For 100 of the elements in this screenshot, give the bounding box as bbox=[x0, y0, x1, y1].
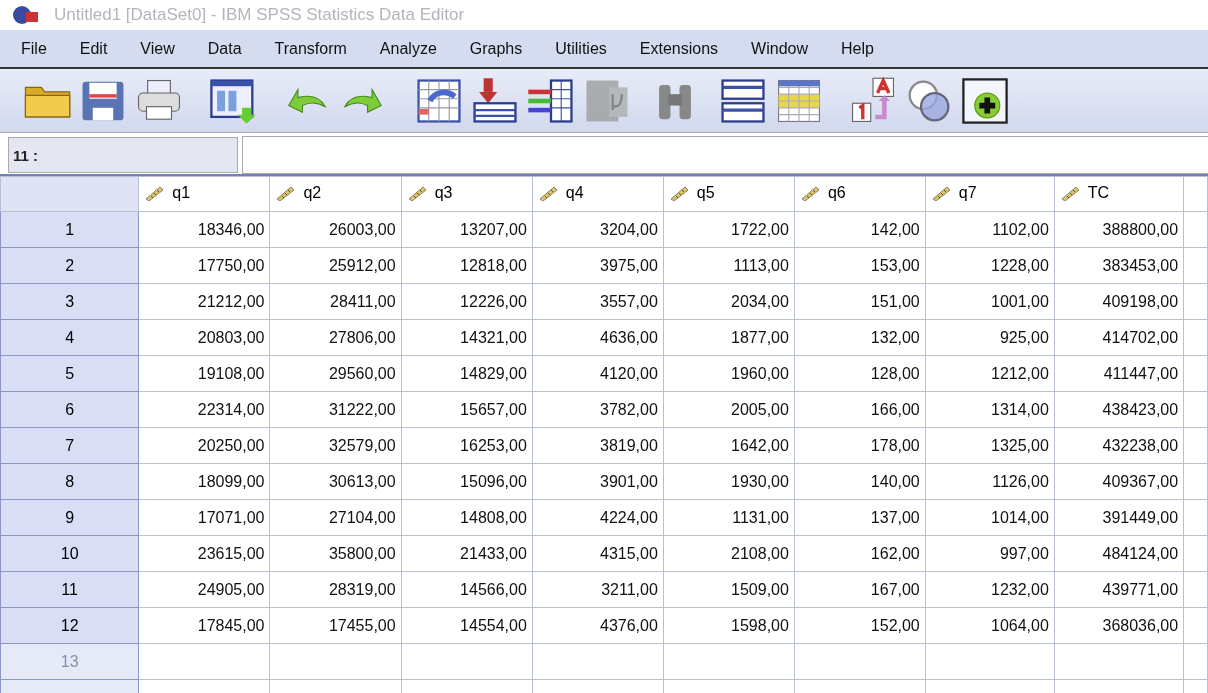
menu-item[interactable]: Utilities bbox=[542, 39, 620, 58]
table-cell: 1325,00 bbox=[925, 427, 1055, 464]
row-number[interactable]: 11 bbox=[0, 571, 139, 608]
column-name: q6 bbox=[827, 183, 846, 202]
menu-item[interactable]: Help bbox=[828, 39, 887, 58]
table-cell: 30613,00 bbox=[269, 463, 402, 500]
menu-item[interactable]: File bbox=[8, 39, 60, 58]
table-cell: 20803,00 bbox=[138, 319, 270, 356]
table-cell: 439771,00 bbox=[1054, 571, 1184, 608]
ruler-icon bbox=[799, 184, 820, 201]
table-cell: 166,00 bbox=[794, 391, 926, 428]
column-name: q2 bbox=[303, 183, 322, 202]
table-cell: 1001,00 bbox=[925, 283, 1055, 320]
row-number[interactable]: 1 bbox=[0, 211, 139, 248]
row-number[interactable]: 10 bbox=[0, 535, 139, 572]
table-cell: 178,00 bbox=[794, 427, 926, 464]
menu-item[interactable]: Extensions bbox=[626, 39, 732, 58]
table-cell: 3901,00 bbox=[532, 463, 664, 500]
table-cell: 14321,00 bbox=[401, 319, 533, 356]
table-cell: 1930,00 bbox=[663, 463, 795, 500]
table-cell: 19108,00 bbox=[138, 355, 270, 392]
table-cell: 484124,00 bbox=[1054, 535, 1184, 572]
column-header[interactable]: q7 bbox=[925, 176, 1055, 212]
table-cell: 2034,00 bbox=[663, 283, 795, 320]
table-cell: 25912,00 bbox=[269, 247, 402, 284]
table-cell: 17750,00 bbox=[138, 247, 270, 284]
down-arrow-grid-icon[interactable] bbox=[470, 75, 520, 126]
plus-icon[interactable] bbox=[960, 75, 1010, 126]
table-cell: 12226,00 bbox=[401, 283, 533, 320]
column-name: TC bbox=[1087, 183, 1110, 202]
table-cell: 28319,00 bbox=[269, 571, 402, 608]
row-number[interactable]: 12 bbox=[0, 607, 139, 644]
cell-value-field[interactable] bbox=[242, 136, 1208, 174]
cell-reference: 11 : bbox=[8, 137, 238, 173]
menu-item[interactable]: Window bbox=[738, 39, 821, 58]
row-number[interactable]: 2 bbox=[0, 247, 139, 284]
menu-item[interactable]: Edit bbox=[66, 39, 121, 58]
table-cell: 27806,00 bbox=[269, 319, 402, 356]
ruler-icon bbox=[930, 184, 951, 201]
table-cell: 142,00 bbox=[794, 211, 926, 248]
table-cell: 3557,00 bbox=[532, 283, 664, 320]
column-header[interactable]: q6 bbox=[794, 176, 926, 212]
table-cell: 152,00 bbox=[794, 607, 926, 644]
table-cell: 1509,00 bbox=[663, 571, 795, 608]
table-cell: 26003,00 bbox=[269, 211, 402, 248]
ruler-icon bbox=[275, 184, 296, 201]
column-name: q5 bbox=[696, 183, 715, 202]
table-cell: 3211,00 bbox=[532, 571, 664, 608]
table-cell: 28411,00 bbox=[269, 283, 402, 320]
table-cell: 18099,00 bbox=[138, 463, 270, 500]
table-cell: 2108,00 bbox=[663, 535, 795, 572]
table-cell: 24905,00 bbox=[138, 571, 270, 608]
menu-item[interactable]: Data bbox=[194, 39, 255, 58]
table-cell: 167,00 bbox=[794, 571, 926, 608]
table-cell: 438423,00 bbox=[1054, 391, 1184, 428]
column-header[interactable]: q5 bbox=[663, 176, 795, 212]
table-cell: 3819,00 bbox=[532, 427, 664, 464]
table-cell: 4224,00 bbox=[532, 499, 664, 536]
table-cell: 17845,00 bbox=[138, 607, 270, 644]
table-cell: 1314,00 bbox=[925, 391, 1055, 428]
table-cell: 383453,00 bbox=[1054, 247, 1184, 284]
table-cell: 1131,00 bbox=[663, 499, 795, 536]
menu-item[interactable]: Analyze bbox=[366, 39, 450, 58]
table-cell: 14566,00 bbox=[401, 571, 533, 608]
row-number[interactable]: 8 bbox=[0, 463, 139, 500]
table-cell: 12818,00 bbox=[401, 247, 533, 284]
table-cell: 35800,00 bbox=[269, 535, 402, 572]
table-cell: 925,00 bbox=[925, 319, 1055, 356]
column-name: q3 bbox=[434, 183, 453, 202]
table-cell: 1228,00 bbox=[925, 247, 1055, 284]
column-header[interactable]: q2 bbox=[269, 176, 402, 212]
row-number[interactable]: 7 bbox=[0, 427, 139, 464]
table-cell: 409367,00 bbox=[1054, 463, 1184, 500]
table-cell: 411447,00 bbox=[1054, 355, 1184, 392]
column-header[interactable]: q3 bbox=[401, 176, 533, 212]
row-number[interactable]: 5 bbox=[0, 355, 139, 392]
table-cell: 1877,00 bbox=[663, 319, 795, 356]
column-name: q4 bbox=[565, 183, 584, 202]
column-header[interactable]: q1 bbox=[138, 176, 270, 212]
table-cell: 14808,00 bbox=[401, 499, 533, 536]
menu-item[interactable]: View bbox=[127, 39, 188, 58]
table-cell: 1064,00 bbox=[925, 607, 1055, 644]
menu-item[interactable]: Graphs bbox=[456, 39, 536, 58]
table-cell: 17071,00 bbox=[138, 499, 270, 536]
column-header[interactable]: q4 bbox=[532, 176, 664, 212]
table-cell: 1212,00 bbox=[925, 355, 1055, 392]
table-cell: 4376,00 bbox=[532, 607, 664, 644]
row-number[interactable]: 6 bbox=[0, 391, 139, 428]
table-cell: 1642,00 bbox=[663, 427, 795, 464]
row-number[interactable]: 3 bbox=[0, 283, 139, 320]
row-number[interactable]: 9 bbox=[0, 499, 139, 536]
table-cell: 16253,00 bbox=[401, 427, 533, 464]
column-header[interactable]: TC bbox=[1054, 176, 1184, 212]
table-cell: 23615,00 bbox=[138, 535, 270, 572]
menu-item[interactable]: Transform bbox=[261, 39, 360, 58]
table-cell: 21212,00 bbox=[138, 283, 270, 320]
table-cell: 27104,00 bbox=[269, 499, 402, 536]
table-cell: 140,00 bbox=[794, 463, 926, 500]
row-number[interactable]: 4 bbox=[0, 319, 139, 356]
table-cell: 1113,00 bbox=[663, 247, 795, 284]
